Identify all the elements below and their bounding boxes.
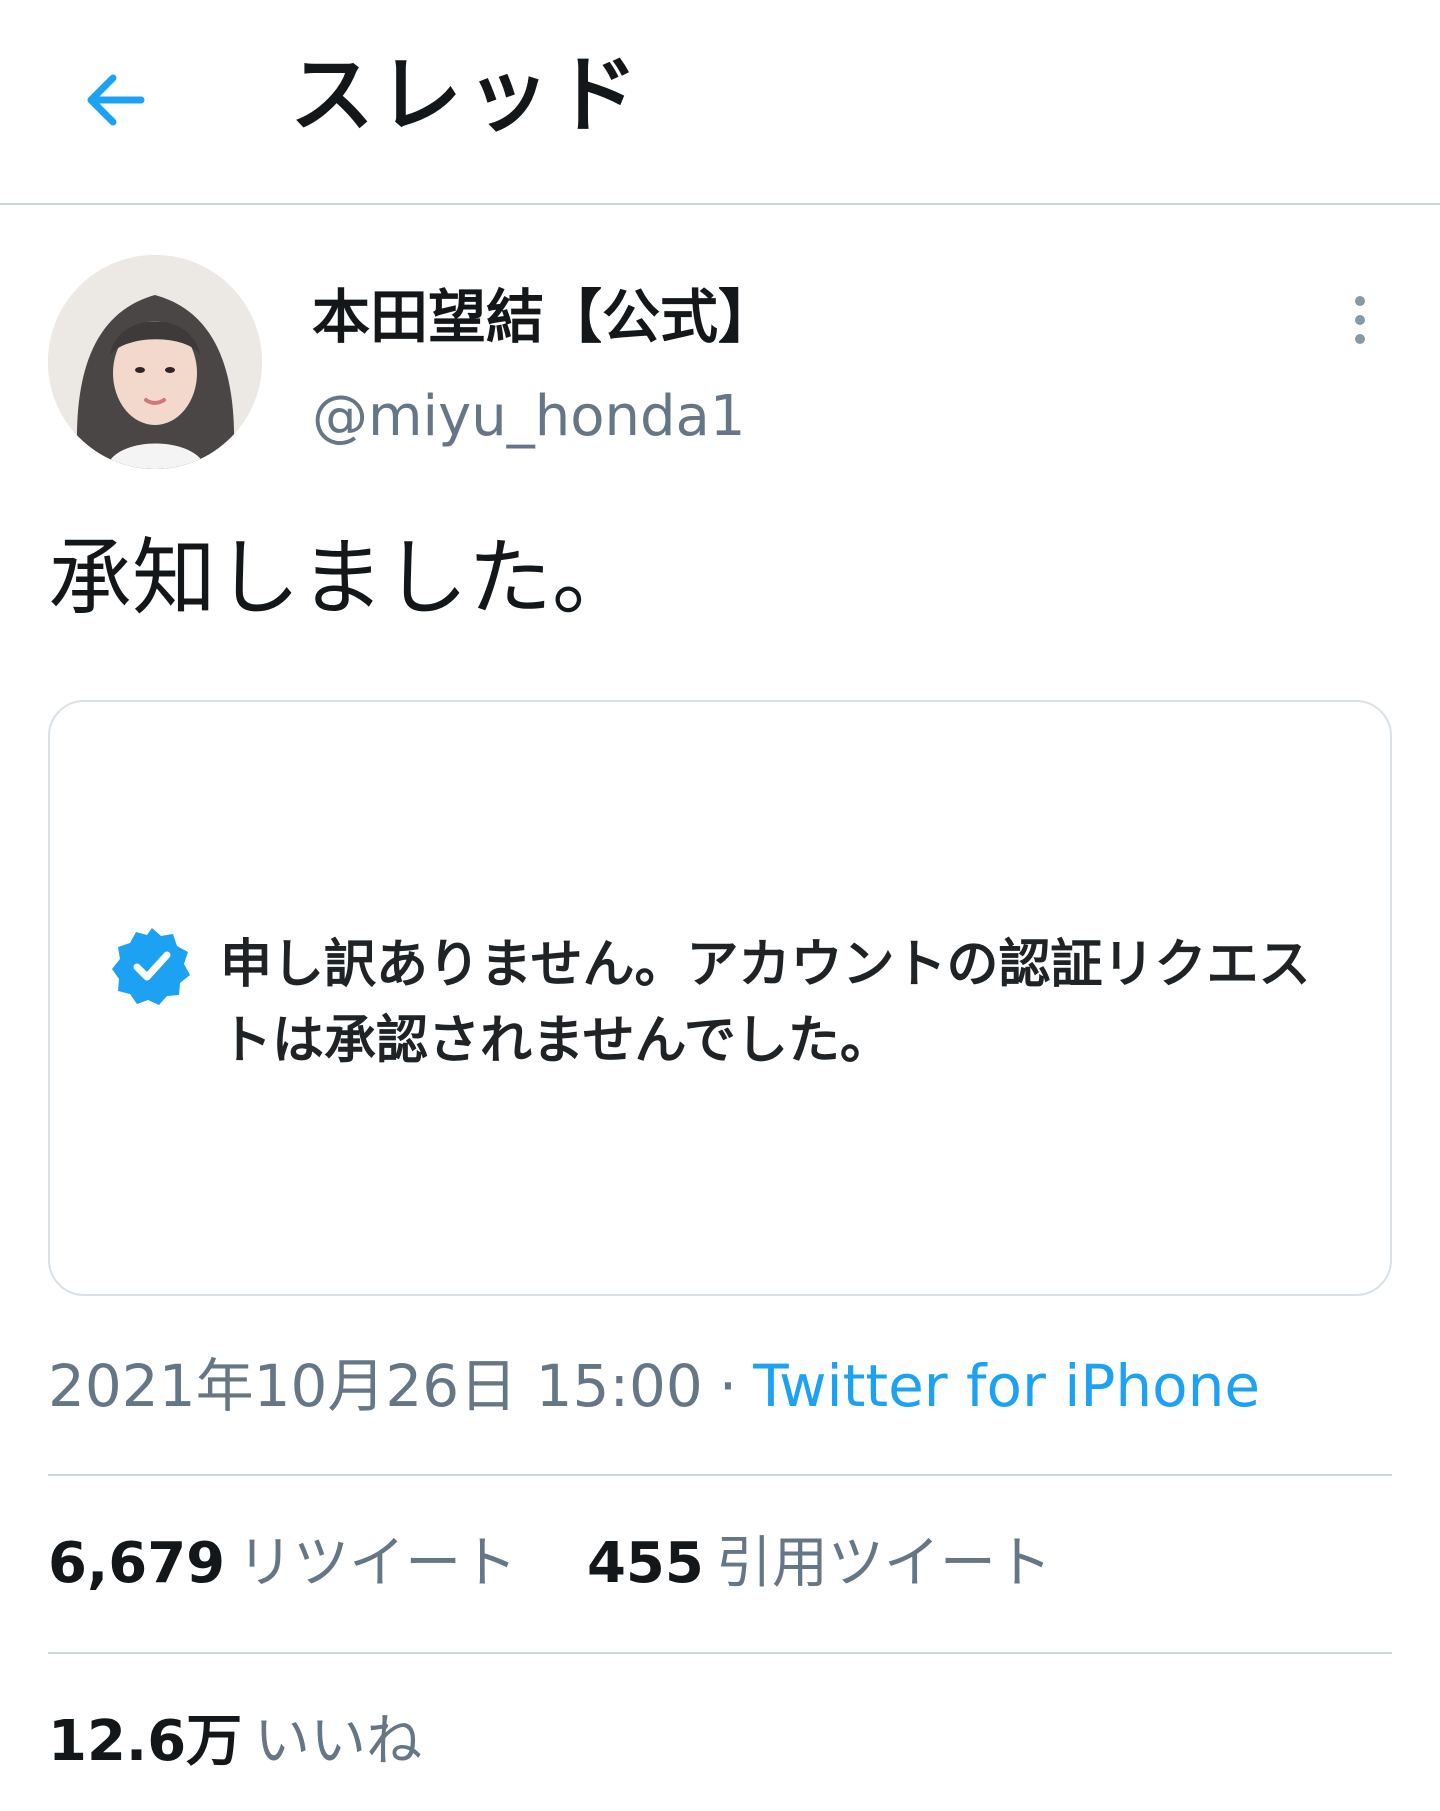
more-options-button[interactable]	[1330, 285, 1390, 355]
tweet-text: 承知しました。	[48, 529, 637, 627]
image-notice-text: 申し訳ありません。アカウントの認証リクエストは承認されませんでした。	[220, 935, 1311, 1071]
likes-count: 12.6万	[48, 1709, 243, 1774]
likes-stat[interactable]: 12.6万 いいね	[48, 1706, 422, 1778]
retweets-label: リツイート	[237, 1531, 518, 1596]
retweet-stats-row: 6,679 リツイート 455 引用ツイート	[48, 1528, 1052, 1600]
tweet-meta: 2021年10月26日 15:00 · Twitter for iPhone	[48, 1350, 1260, 1422]
more-dot	[1355, 334, 1365, 344]
verified-badge-icon	[112, 928, 190, 1005]
tweet-image[interactable]: 申し訳ありません。アカウントの認証リクエストは承認されませんでした。	[48, 700, 1392, 1296]
back-button[interactable]	[70, 55, 160, 145]
divider	[48, 1652, 1392, 1654]
likes-label: いいね	[254, 1709, 423, 1774]
retweets-count: 6,679	[48, 1531, 226, 1596]
quotes-stat[interactable]: 455 引用ツイート	[587, 1528, 1052, 1600]
quotes-label: 引用ツイート	[715, 1531, 1052, 1596]
profile-photo	[48, 255, 262, 469]
user-handle[interactable]: @miyu_honda1	[312, 382, 745, 452]
meta-separator: ·	[718, 1352, 738, 1420]
likes-stats-row: 12.6万 いいね	[48, 1706, 422, 1778]
timestamp: 2021年10月26日 15:00	[48, 1352, 703, 1420]
quotes-count: 455	[586, 1531, 704, 1596]
display-name[interactable]: 本田望結【公式】	[312, 282, 776, 352]
more-vertical-icon	[1355, 296, 1365, 306]
avatar[interactable]	[48, 255, 262, 469]
source-link[interactable]: Twitter for iPhone	[753, 1352, 1260, 1420]
divider	[48, 1474, 1392, 1476]
top-bar: スレッド	[0, 0, 1440, 205]
page-title: スレッド	[290, 46, 643, 144]
more-dot	[1355, 315, 1365, 325]
arrow-left-icon	[87, 74, 145, 126]
retweets-stat[interactable]: 6,679 リツイート	[48, 1528, 517, 1600]
